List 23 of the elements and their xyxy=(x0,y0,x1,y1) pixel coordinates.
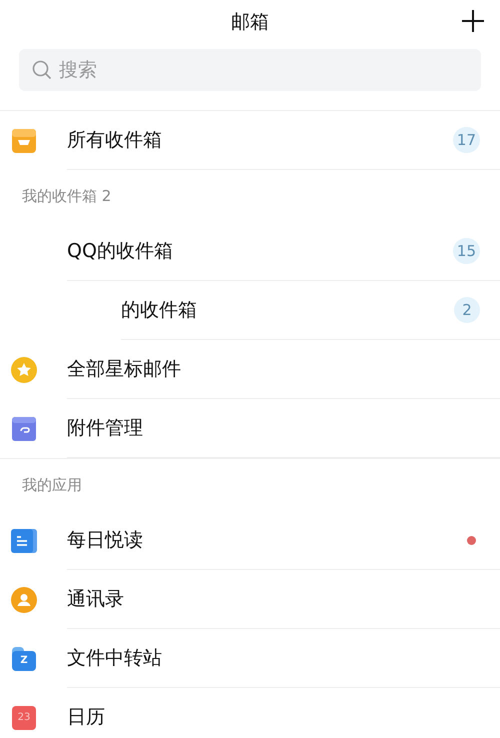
folder-label[interactable]: 文件中转站 xyxy=(67,644,162,672)
section-header: 我的收件箱 2 xyxy=(22,186,112,207)
inbox-tray-icon xyxy=(12,128,36,152)
document-icon xyxy=(11,528,37,552)
search-field[interactable]: 搜索 xyxy=(19,49,481,91)
person-icon xyxy=(11,586,37,612)
folder-label[interactable]: 附件管理 xyxy=(67,414,143,442)
window-title: 邮箱 xyxy=(231,10,269,35)
folder-label[interactable]: 所有收件箱 xyxy=(67,126,162,154)
calendar-icon: 23 xyxy=(12,706,36,730)
folder-label[interactable]: 通讯录 xyxy=(67,584,124,614)
attachment-icon xyxy=(12,416,36,440)
search-icon xyxy=(32,60,52,80)
folder-label[interactable]: QQ的收件箱 xyxy=(67,236,173,266)
unread-count: 2 xyxy=(454,297,480,323)
folder-label[interactable]: 日历 xyxy=(67,702,105,732)
unread-count: 17 xyxy=(452,127,480,153)
section-header: 我的应用 xyxy=(22,474,82,496)
add-icon[interactable] xyxy=(462,10,484,32)
folder-label[interactable]: 全部星标邮件 xyxy=(67,354,181,384)
unread-count: 15 xyxy=(452,238,480,264)
folder-label[interactable]: 的收件箱 xyxy=(121,296,197,324)
folder-label[interactable]: 每日悦读 xyxy=(67,526,143,554)
